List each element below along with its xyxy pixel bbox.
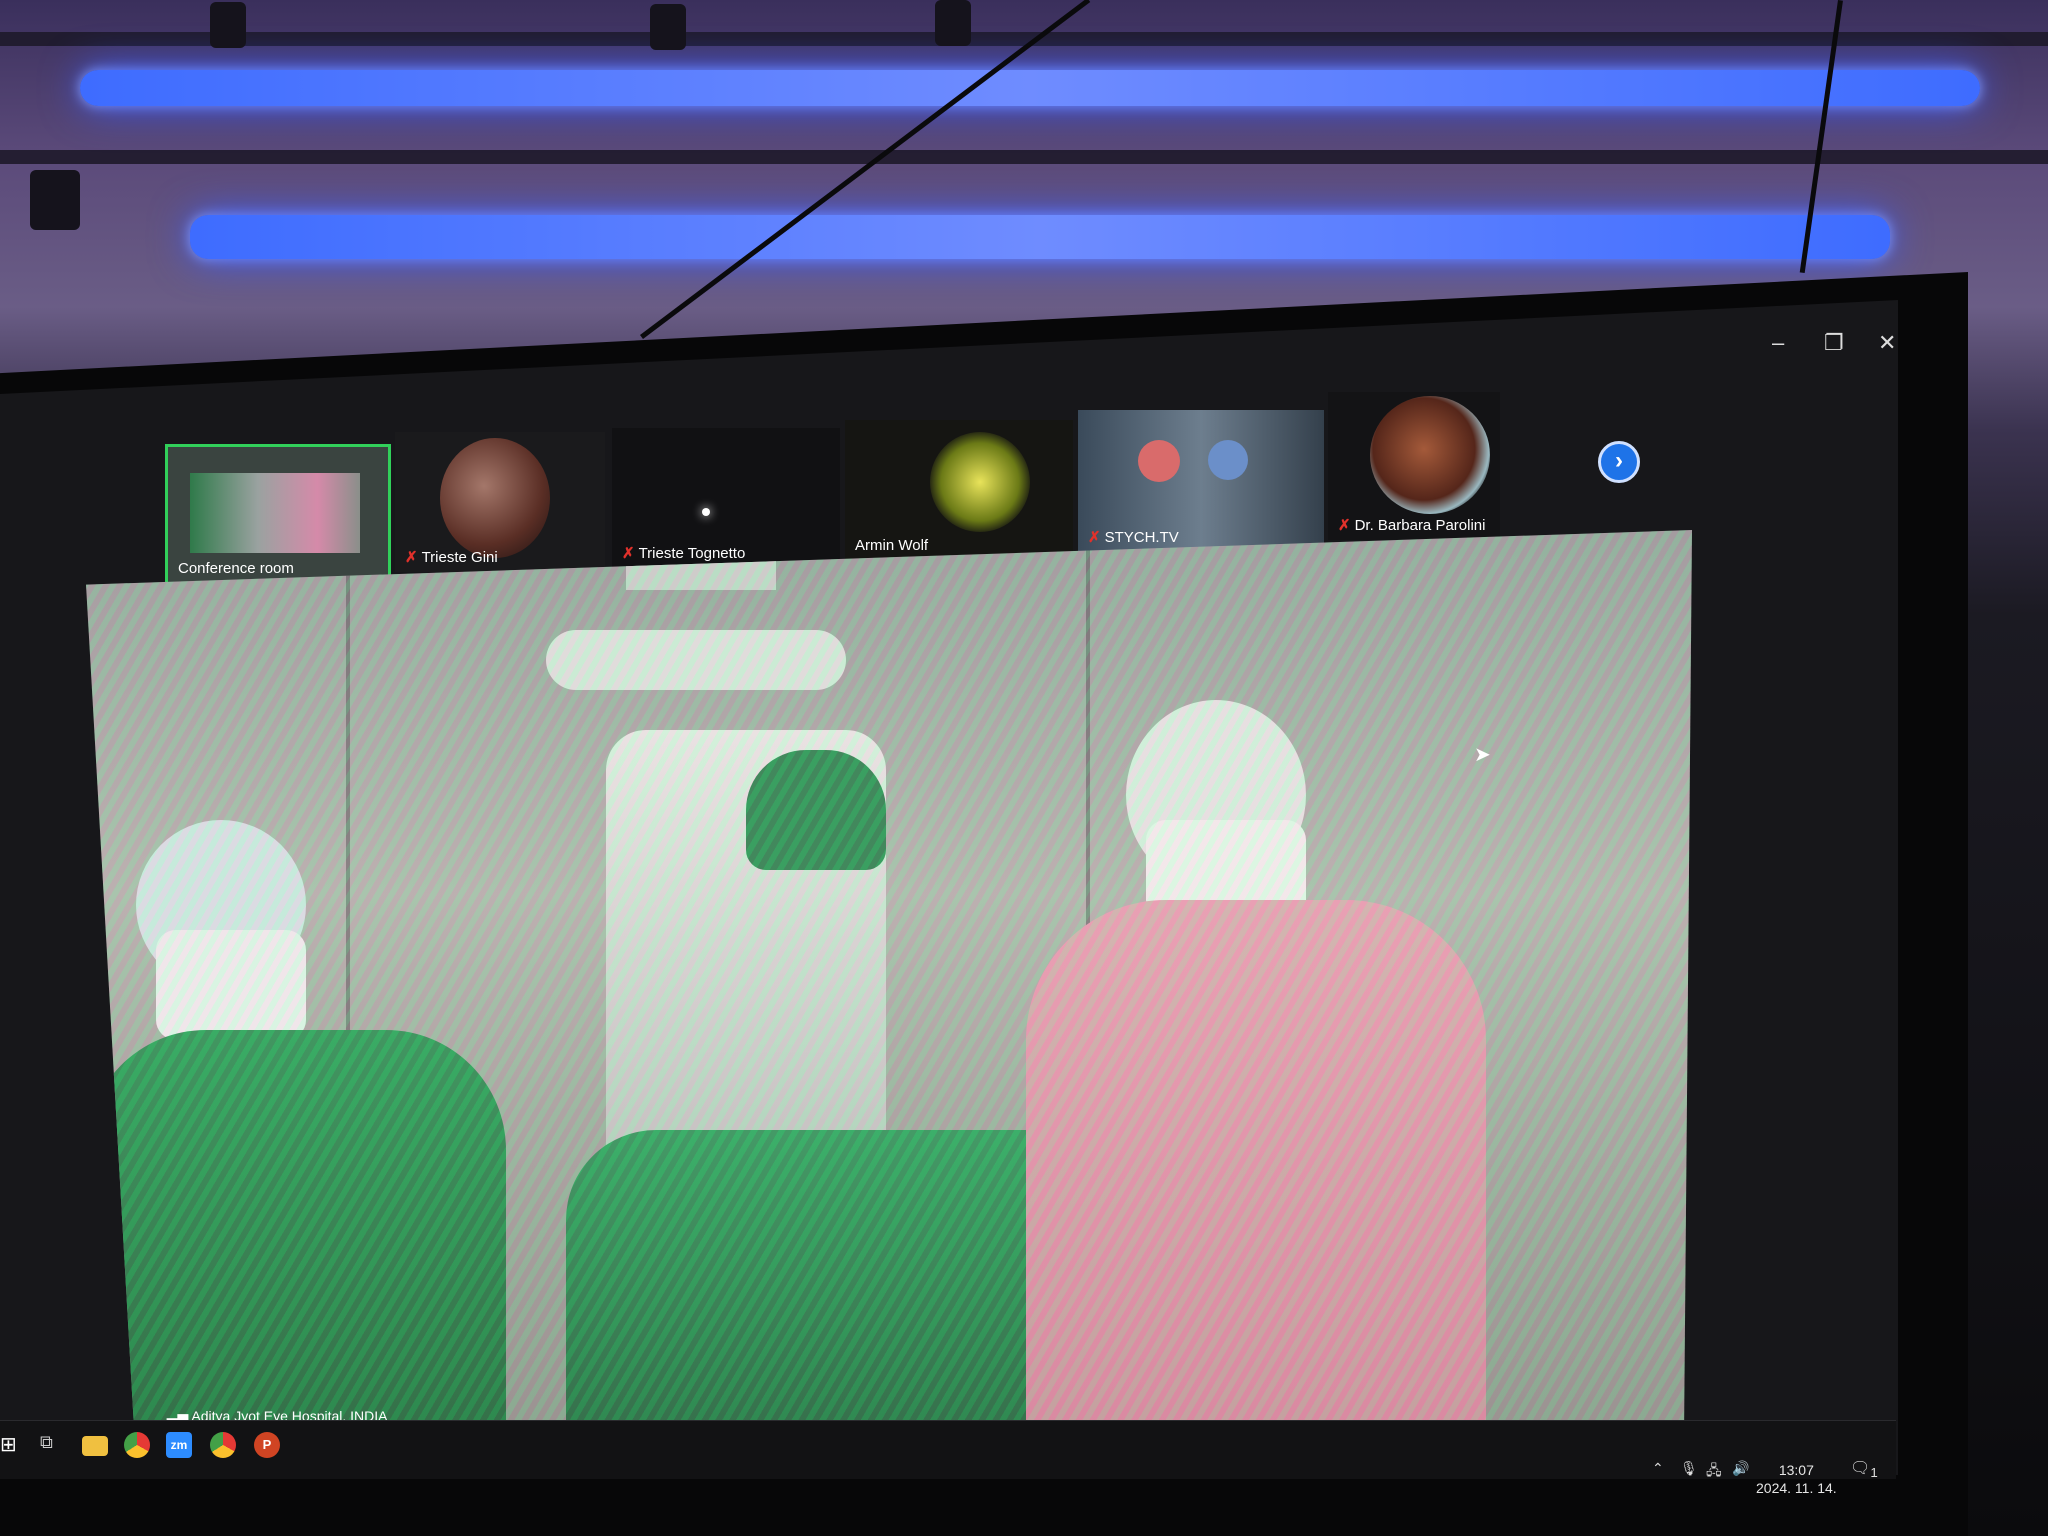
clock-time: 13:07 [1778,1462,1814,1478]
participant-tile-stych-tv[interactable]: ✗ STYCH.TV [1078,410,1324,552]
video-thumbnail [440,438,550,558]
moire-overlay [86,530,1692,1440]
task-view-icon[interactable]: ⧉ [40,1432,66,1458]
file-explorer-icon[interactable] [82,1436,108,1456]
main-speaker-video [86,530,1692,1440]
cable [640,0,1091,339]
video-thumbnail [930,432,1030,532]
participant-name: ✗ STYCH.TV [1088,529,1179,546]
next-page-button[interactable]: › [1598,441,1640,483]
stage-light [30,170,80,230]
participant-name: ✗ Trieste Gini [405,549,498,566]
participant-name: ✗ Trieste Tognetto [622,545,746,562]
clock-date: 2024. 11. 14. [1756,1480,1837,1496]
stage-light [935,0,971,46]
video-thumbnail [702,508,710,516]
notification-count: 1 [1870,1465,1878,1481]
chrome-icon[interactable] [124,1432,150,1458]
windows-taskbar [0,1420,1896,1479]
taskbar-clock[interactable]: 13:07 2024. 11. 14. [1756,1461,1837,1497]
ceiling-led-strip [80,70,1980,106]
participant-name: ✗ Dr. Barbara Parolini [1338,517,1486,534]
participant-tile-trieste-tognetto[interactable]: ✗ Trieste Tognetto [612,428,840,568]
mic-muted-icon: ✗ [405,549,418,566]
mic-muted-icon: ✗ [1338,517,1351,534]
network-icon[interactable]: 🖧 [1706,1460,1722,1484]
mic-muted-icon: ✗ [622,545,635,562]
powerpoint-icon[interactable]: P [254,1432,280,1458]
stage-light [650,4,686,50]
show-hidden-icons-icon[interactable]: ⌃ [1652,1460,1664,1477]
restore-icon[interactable]: ❐ [1824,330,1844,356]
video-thumbnail [1138,440,1180,482]
mouse-cursor-icon: ➤ [1474,744,1491,766]
video-thumbnail [1370,396,1490,514]
minimize-icon[interactable]: – [1772,330,1784,356]
participant-name: Conference room [178,560,294,577]
microphone-icon[interactable]: 🎙 [1680,1460,1698,1477]
ceiling-truss [0,150,2048,164]
video-thumbnail [190,473,360,553]
ceiling-led-strip [190,215,1890,259]
zoom-icon[interactable]: zm [166,1432,192,1458]
chrome-icon[interactable] [210,1432,236,1458]
participant-tile-conference-room[interactable]: Conference room [165,444,391,586]
participant-tile-trieste-gini[interactable]: ✗ Trieste Gini [395,432,605,572]
mic-muted-icon: ✗ [1088,529,1101,546]
participant-name: Armin Wolf [855,537,929,554]
windows-start-icon[interactable]: ⊞ [0,1432,26,1458]
participant-tile-barbara-parolini[interactable]: ✗ Dr. Barbara Parolini [1328,392,1500,540]
participant-tile-armin-wolf[interactable]: Armin Wolf [845,420,1073,560]
volume-icon[interactable]: 🔊 [1732,1460,1749,1477]
notification-center-icon[interactable]: 🗨1 [1850,1458,1878,1480]
stage-light [210,2,246,48]
close-icon[interactable]: ✕ [1878,330,1896,356]
video-thumbnail [1208,440,1248,480]
